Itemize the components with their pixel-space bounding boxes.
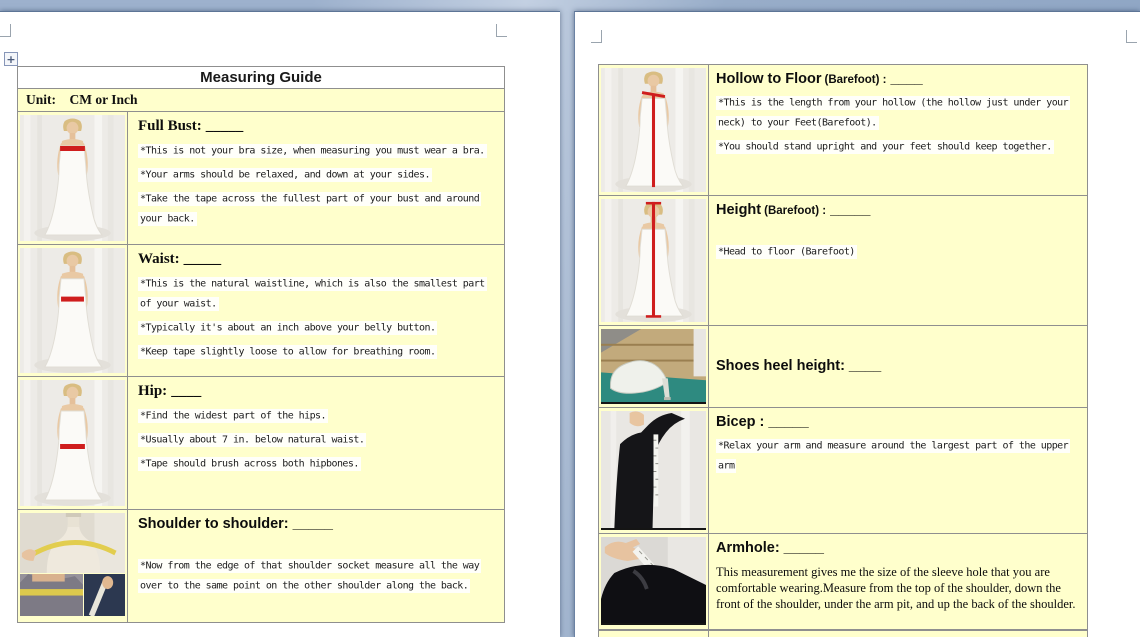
table-move-handle-icon[interactable]: +	[4, 52, 18, 66]
mannequin-shoulder-photo	[20, 513, 125, 573]
bride-red-band-bust-illustration	[20, 115, 125, 241]
text-boundary-mark	[496, 24, 507, 37]
hip-text-cell: Hip:____ *Find the widest part of the hi…	[128, 377, 504, 509]
armhole-measure-illustration	[601, 537, 706, 623]
armhole-photo	[601, 537, 706, 625]
bicep-measure-illustration	[601, 411, 706, 528]
instruction-line: *Find the widest part of the hips.	[138, 406, 496, 426]
instruction-line: *Your arms should be relaxed, and down a…	[138, 165, 496, 185]
instruction-line: *Tape should brush across both hipbones.	[138, 454, 496, 474]
armhole-description: This measurement gives me the size of th…	[716, 564, 1081, 612]
section-heading: Armhole:_____	[716, 540, 1081, 556]
hollow-to-floor-image-cell	[599, 65, 709, 195]
bicep-text-cell: Bicep :_____ *Relax your arm and measure…	[709, 408, 1087, 533]
section-heading: Height(Barefoot) :_____	[716, 202, 1081, 218]
hollow-to-floor-photo	[601, 68, 706, 192]
partial-text-cell	[709, 631, 1087, 637]
instruction-line: *Take the tape across the fullest part o…	[138, 189, 496, 229]
document-page-right: Hollow to Floor(Barefoot) :____ *This is…	[574, 11, 1140, 637]
full-bust-photo	[20, 115, 125, 241]
instruction-line: *This is not your bra size, when measuri…	[138, 141, 496, 161]
table-row: Full Bust:_____ *This is not your bra si…	[18, 112, 504, 245]
waist-photo	[20, 248, 125, 373]
height-text-cell: Height(Barefoot) :_____ *Head to floor (…	[709, 196, 1087, 325]
heel-text-cell: Shoes heel height:____	[709, 326, 1087, 407]
high-heel-photo	[601, 329, 706, 404]
hip-photo	[20, 380, 125, 506]
table-row: Hip:____ *Find the widest part of the hi…	[18, 377, 504, 510]
text-boundary-mark	[1126, 30, 1137, 43]
instruction-line: *You should stand upright and your feet …	[716, 137, 1081, 157]
section-heading: Shoes heel height:____	[716, 332, 1081, 374]
instruction-line: *Now from the edge of that shoulder sock…	[138, 556, 496, 596]
table-row: Shoulder to shoulder:_____ *Now from the…	[18, 510, 504, 622]
heel-image-cell	[599, 326, 709, 407]
section-heading: Bicep :_____	[716, 414, 1081, 430]
waist-text-cell: Waist:_____ *This is the natural waistli…	[128, 245, 504, 376]
section-heading: Shoulder to shoulder:_____	[138, 516, 496, 532]
unit-row: Unit: CM or Inch	[18, 89, 504, 112]
word-workspace: + Measuring Guide Unit: CM or Inch	[0, 0, 1140, 637]
instruction-line: *Head to floor (Barefoot)	[716, 242, 1081, 262]
instruction-line: *Typically it's about an inch above your…	[138, 318, 496, 338]
table-row: Armhole:_____ This measurement gives me …	[599, 534, 1087, 630]
hip-image-cell	[18, 377, 128, 509]
full-bust-text-cell: Full Bust:_____ *This is not your bra si…	[128, 112, 504, 244]
partial-image-cell	[599, 631, 709, 637]
high-heel-illustration	[601, 329, 706, 402]
bicep-image-cell	[599, 408, 709, 533]
bride-red-band-hip-illustration	[20, 380, 125, 506]
shoulder-text-cell: Shoulder to shoulder:_____ *Now from the…	[128, 510, 504, 622]
unit-label: Unit: CM or Inch	[26, 92, 138, 108]
table-row: Waist:_____ *This is the natural waistli…	[18, 245, 504, 377]
instruction-line: *This is the length from your hollow (th…	[716, 93, 1081, 133]
section-heading: Hip:____	[138, 383, 496, 400]
table-row: Shoes heel height:____	[599, 326, 1087, 408]
text-boundary-mark	[591, 30, 602, 43]
shoulder-photo-collage	[20, 513, 125, 616]
table-row: Bicep :_____ *Relax your arm and measure…	[599, 408, 1087, 534]
armhole-image-cell	[599, 534, 709, 629]
height-image-cell	[599, 196, 709, 325]
height-photo	[601, 199, 706, 322]
measuring-guide-table: Measuring Guide Unit: CM or Inch	[17, 66, 505, 623]
tape-measure-photo	[84, 574, 125, 616]
waist-tape-photo	[20, 574, 83, 616]
instruction-line: *Relax your arm and measure around the l…	[716, 436, 1081, 476]
move-glyph: +	[6, 54, 15, 65]
measuring-guide-table-page2: Hollow to Floor(Barefoot) :____ *This is…	[598, 64, 1088, 637]
instruction-line: *Keep tape slightly loose to allow for b…	[138, 342, 496, 362]
height-illustration	[601, 199, 706, 322]
section-heading: Full Bust:_____	[138, 118, 496, 135]
table-row-partial	[599, 630, 1087, 637]
bride-red-band-waist-illustration	[20, 248, 125, 373]
section-heading: Waist:_____	[138, 251, 496, 268]
page-title: Measuring Guide	[200, 69, 322, 86]
document-page-left: + Measuring Guide Unit: CM or Inch	[0, 11, 560, 637]
hollow-to-floor-text-cell: Hollow to Floor(Barefoot) :____ *This is…	[709, 65, 1087, 195]
table-row: Hollow to Floor(Barefoot) :____ *This is…	[599, 65, 1087, 196]
table-row: Height(Barefoot) :_____ *Head to floor (…	[599, 196, 1087, 326]
instruction-line: *This is the natural waistline, which is…	[138, 274, 496, 314]
table-title-row: Measuring Guide	[18, 67, 504, 89]
instruction-line: *Usually about 7 in. below natural waist…	[138, 430, 496, 450]
armhole-text-cell: Armhole:_____ This measurement gives me …	[709, 534, 1087, 629]
section-heading: Hollow to Floor(Barefoot) :____	[716, 71, 1081, 87]
waist-image-cell	[18, 245, 128, 376]
shoulder-image-cell	[18, 510, 128, 622]
hollow-to-floor-illustration	[601, 68, 706, 192]
text-boundary-mark	[0, 24, 11, 37]
bicep-photo	[601, 411, 706, 530]
full-bust-image-cell	[18, 112, 128, 244]
